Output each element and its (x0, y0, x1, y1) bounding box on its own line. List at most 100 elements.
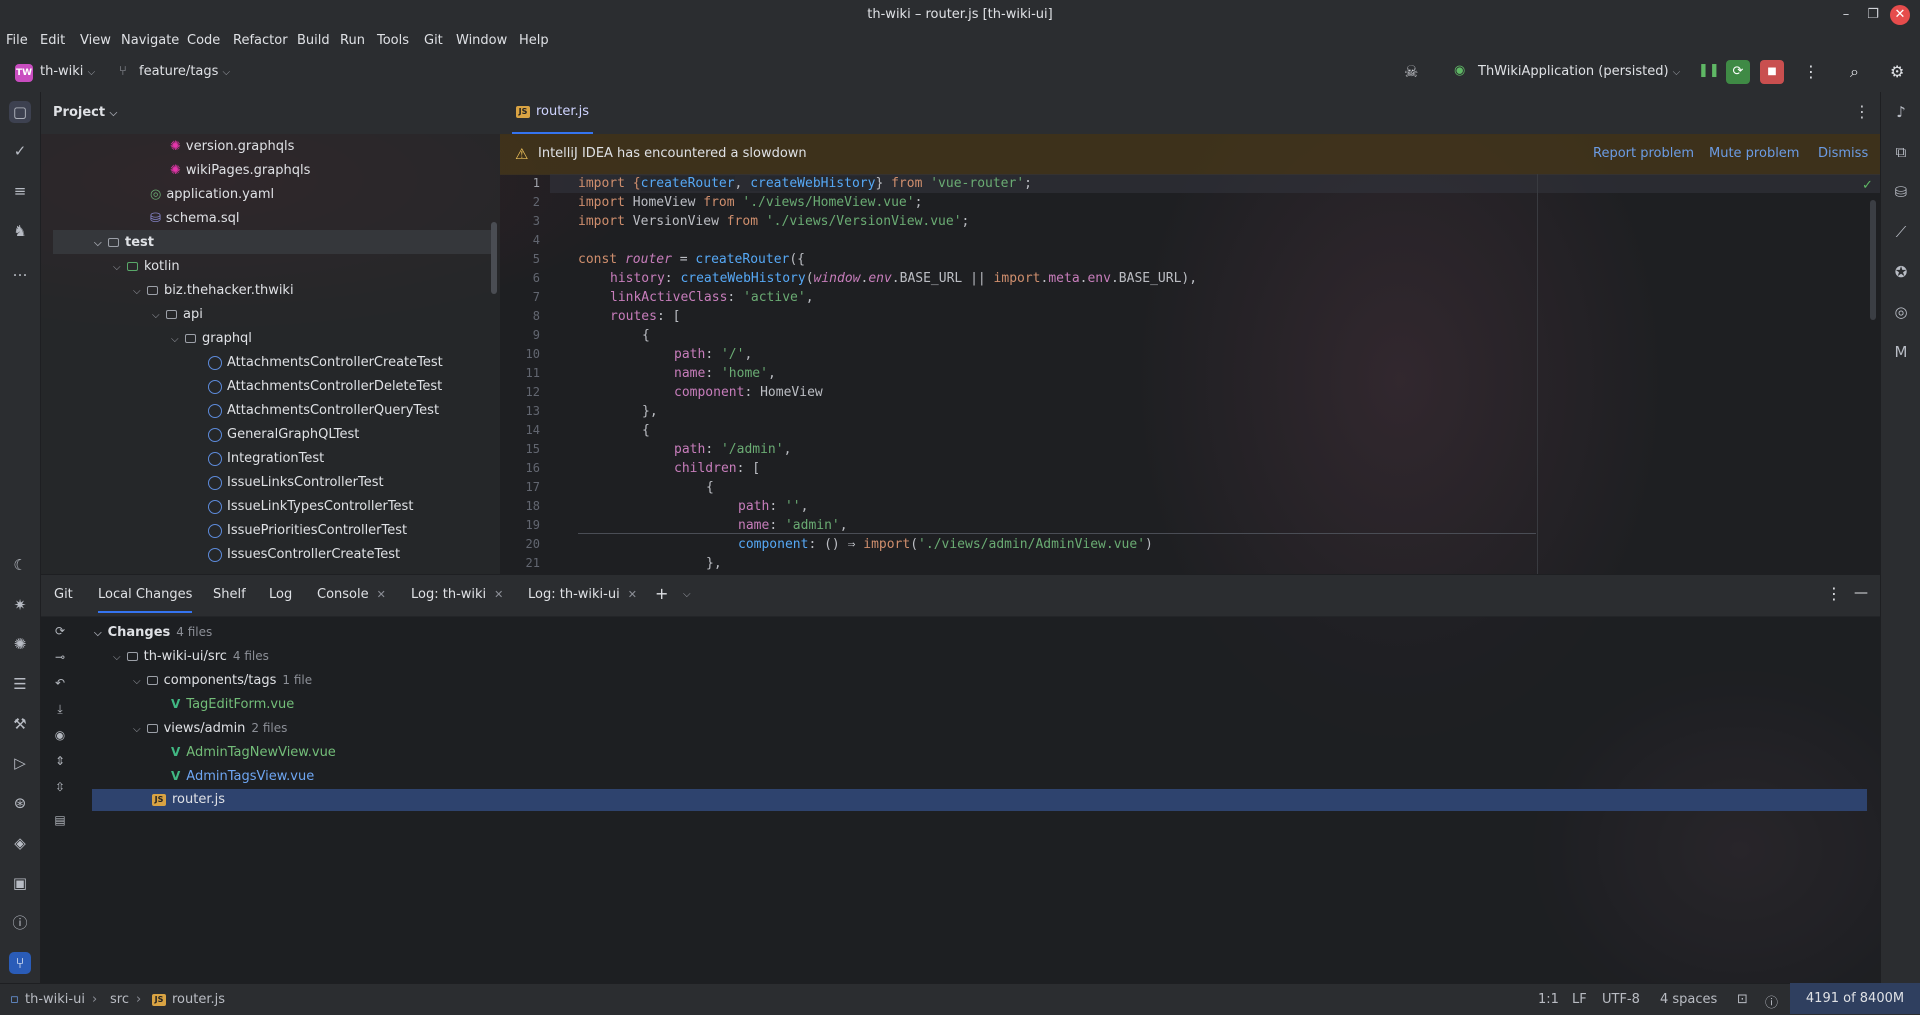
tree-item[interactable]: ◎ application.yaml (150, 183, 274, 207)
endpoints-icon[interactable]: ⊛ (9, 792, 31, 814)
more-options-icon[interactable]: ⋮ (1826, 584, 1842, 603)
tree-item[interactable]: AttachmentsControllerCreateTest (208, 351, 443, 375)
changes-root[interactable]: ⌵ Changes 4 files (94, 620, 212, 644)
menu-run[interactable]: Run (340, 33, 365, 48)
todo-icon[interactable]: ☰ (9, 673, 31, 695)
add-tab-icon[interactable]: + (655, 584, 668, 603)
project-panel-title[interactable]: Project ⌵ (53, 105, 117, 120)
problems-icon[interactable]: ⓘ (9, 912, 31, 934)
report-problem-link[interactable]: Report problem (1593, 146, 1694, 161)
commit-icon[interactable]: ✓ (9, 140, 31, 162)
terminal-icon[interactable]: ▣ (9, 872, 31, 894)
close-icon[interactable]: ✕ (377, 588, 386, 601)
chevron-down-icon[interactable]: ⌵ (683, 589, 691, 600)
tree-item[interactable]: ⌵ test (94, 231, 154, 255)
endpoints-right-icon[interactable]: ⟋ (1890, 221, 1912, 243)
gear-icon[interactable]: ⚙ (1890, 62, 1904, 81)
menu-view[interactable]: View (80, 33, 111, 48)
tree-item[interactable]: IssuePrioritiesControllerTest (208, 519, 407, 543)
tab-shelf[interactable]: Shelf (213, 587, 246, 602)
gradle-icon[interactable]: ⧉ (1890, 141, 1912, 163)
project-selector[interactable]: th-wiki ⌵ (40, 64, 95, 79)
lock-icon[interactable]: ⊡ (1737, 992, 1748, 1007)
collapse-all-icon[interactable]: ⇳ (50, 780, 70, 800)
tree-item[interactable]: IssueLinkTypesControllerTest (208, 495, 413, 519)
menu-file[interactable]: File (6, 33, 28, 48)
tab-console[interactable]: Console ✕ (317, 587, 386, 602)
changed-file[interactable]: V AdminTagNewView.vue (171, 740, 336, 764)
rollback-icon[interactable]: ↶ (50, 676, 70, 696)
tab-git[interactable]: Git (54, 587, 73, 602)
more-options-icon[interactable]: ⋮ (1803, 62, 1819, 81)
services-icon[interactable]: ✷ (9, 594, 31, 616)
caret-position[interactable]: 1:1 (1538, 992, 1559, 1007)
debug-bug-icon[interactable]: ☠ (1404, 62, 1418, 81)
run-icon[interactable]: ▷ (9, 752, 31, 774)
dismiss-link[interactable]: Dismiss (1818, 146, 1868, 161)
file-encoding[interactable]: UTF-8 (1602, 992, 1640, 1007)
search-icon[interactable]: ⌕ (1850, 62, 1859, 82)
more-tools-icon[interactable]: … (9, 260, 31, 282)
menu-navigate[interactable]: Navigate (121, 33, 179, 48)
pull-requests-icon[interactable]: ≡ (9, 180, 31, 202)
close-icon[interactable]: ✕ (1890, 5, 1910, 25)
commit-node-icon[interactable]: ⊸ (50, 650, 70, 670)
tab-log-th-wiki-ui[interactable]: Log: th-wiki-ui ✕ (528, 587, 637, 602)
menu-git[interactable]: Git (424, 33, 443, 48)
minimize-icon[interactable]: – (1835, 4, 1857, 26)
changed-file[interactable]: V TagEditForm.vue (171, 692, 294, 716)
tab-log[interactable]: Log (269, 587, 292, 602)
database-icon[interactable]: ⛁ (1890, 181, 1912, 203)
maven-icon[interactable]: M (1890, 341, 1912, 363)
breadcrumb-file[interactable]: JS router.js (152, 992, 225, 1007)
tree-item[interactable]: AttachmentsControllerDeleteTest (208, 375, 442, 399)
menu-refactor[interactable]: Refactor (233, 33, 288, 48)
eye-icon[interactable]: ◉ (50, 728, 70, 748)
stop-button[interactable]: ■ (1760, 60, 1784, 84)
changes-dir[interactable]: ⌵ views/admin 2 files (133, 716, 287, 740)
group-by-icon[interactable]: ▤ (50, 813, 70, 833)
tree-item[interactable]: ✺ version.graphqls (170, 135, 294, 159)
run-config-selector[interactable]: ThWikiApplication (persisted) ⌵ (1478, 64, 1680, 79)
notifications-bell-icon[interactable]: ♪ (1890, 101, 1912, 123)
mute-problem-link[interactable]: Mute problem (1709, 146, 1799, 161)
branch-selector[interactable]: feature/tags ⌵ (139, 64, 230, 79)
menu-tools[interactable]: Tools (377, 33, 409, 48)
menu-edit[interactable]: Edit (40, 33, 65, 48)
maximize-icon[interactable]: ❐ (1862, 4, 1884, 26)
changed-file[interactable]: V AdminTagsView.vue (171, 764, 314, 788)
tree-scrollbar[interactable] (491, 222, 497, 294)
project-folder-icon[interactable]: ▢ (9, 101, 31, 123)
rerun-button[interactable]: ⟳ (1726, 60, 1750, 84)
tree-item[interactable]: IssueLinksControllerTest (208, 471, 384, 495)
structure-icon[interactable]: ♞ (9, 220, 31, 242)
tree-item[interactable]: AttachmentsControllerQueryTest (208, 399, 439, 423)
tree-item[interactable]: GeneralGraphQLTest (208, 423, 359, 447)
menu-help[interactable]: Help (519, 33, 549, 48)
layers-icon[interactable]: ◈ (9, 832, 31, 854)
menu-window[interactable]: Window (456, 33, 507, 48)
coverage-icon[interactable]: ◎ (1890, 301, 1912, 323)
menu-build[interactable]: Build (297, 33, 330, 48)
tab-local-changes[interactable]: Local Changes (98, 587, 193, 613)
menu-code[interactable]: Code (187, 33, 220, 48)
tree-item[interactable]: ⌵ api (152, 303, 203, 327)
close-icon[interactable]: ✕ (494, 588, 503, 601)
changes-dir[interactable]: ⌵ th-wiki-ui/src 4 files (113, 644, 269, 668)
editor-tab-router-js[interactable]: JS router.js (512, 92, 594, 134)
tree-item[interactable]: ⌵ kotlin (113, 255, 180, 279)
tree-item[interactable]: IntegrationTest (208, 447, 324, 471)
more-options-icon[interactable]: ⋮ (1854, 102, 1870, 121)
tree-item[interactable]: ⌵ biz.thehacker.thwiki (133, 279, 294, 303)
hide-panel-icon[interactable]: — (1854, 585, 1868, 601)
inspections-icon[interactable]: ⓘ (1765, 992, 1778, 1011)
refresh-icon[interactable]: ⟳ (50, 624, 70, 644)
download-icon[interactable]: ⤓ (50, 702, 70, 722)
tree-item[interactable]: ✺ wikiPages.graphqls (170, 159, 310, 183)
tree-item[interactable]: IssuesControllerCreateTest (208, 543, 400, 567)
tab-log-th-wiki[interactable]: Log: th-wiki ✕ (411, 587, 503, 602)
line-separator[interactable]: LF (1572, 992, 1587, 1007)
git-branch-icon[interactable]: ⑂ (9, 952, 31, 974)
build-hammer-icon[interactable]: ⚒ (9, 713, 31, 735)
changed-file[interactable]: JS router.js (152, 788, 225, 812)
